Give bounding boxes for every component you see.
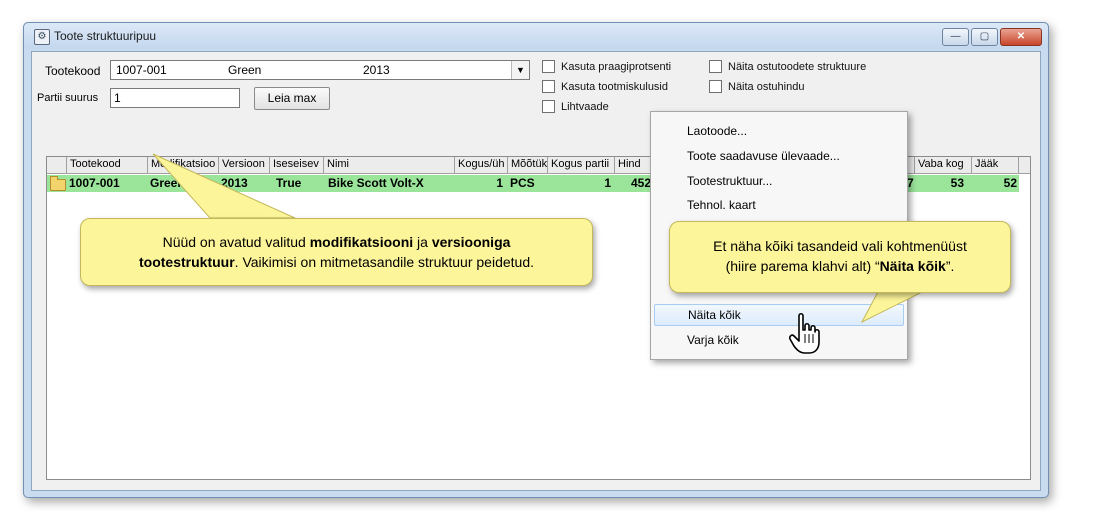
minimize-button[interactable]: — <box>942 28 969 46</box>
cell-balance: 52 <box>1003 176 1017 190</box>
checkbox-production-costs[interactable]: Kasuta tootmiskulusid <box>542 80 668 93</box>
window-controls: — ▢ ✕ <box>942 28 1042 46</box>
column-header[interactable]: Vaba kog <box>915 157 972 173</box>
version-value: 2013 <box>363 63 390 77</box>
batch-size-label: Partii suurus <box>37 92 99 104</box>
callout1-bold: tootestruktuur <box>139 254 235 270</box>
chevron-down-icon[interactable]: ▼ <box>511 61 529 79</box>
column-header[interactable]: Tootekood <box>67 157 148 173</box>
menu-item-tech-card[interactable]: Tehnol. kaart <box>687 198 756 212</box>
callout2-line1: Et näha kõiki tasandeid vali kohtmenüüst <box>713 238 967 254</box>
checkbox-label: Näita ostutoodete struktuure <box>728 60 867 73</box>
checkbox-simple-view[interactable]: Lihtvaade <box>542 100 609 113</box>
cell-unit: PCS <box>510 176 535 190</box>
callout1-tail <box>152 153 296 219</box>
menu-item-product-structure[interactable]: Tootestruktuur... <box>687 174 772 188</box>
callout2-text: ”. <box>945 258 955 274</box>
checkbox-label: Lihtvaade <box>561 100 609 113</box>
callout-structure-opened: Nüüd on avatud valitud modifikatsiooni j… <box>80 218 593 286</box>
checkbox-scrap-percent[interactable]: Kasuta praagiprotsenti <box>542 60 671 73</box>
close-button[interactable]: ✕ <box>1000 28 1042 46</box>
batch-size-input[interactable] <box>110 88 240 108</box>
checkbox-purchase-structures[interactable]: Näita ostutoodete struktuure <box>709 60 866 73</box>
maximize-button[interactable]: ▢ <box>971 28 998 46</box>
callout1-bold: versiooniga <box>431 234 511 250</box>
callout1-text: Nüüd on avatud valitud <box>162 234 310 250</box>
callout1-line2: tootestruktuur. Vaikimisi on mitmetasand… <box>81 252 592 272</box>
column-header[interactable]: Nimi <box>324 157 455 173</box>
column-header[interactable]: Kogus partii <box>548 157 615 173</box>
menu-item-stock-product[interactable]: Laotoode... <box>687 124 747 138</box>
checkbox-box[interactable] <box>709 60 722 73</box>
callout2-text: (hiire parema klahvi alt) “ <box>725 258 880 274</box>
cell-qty-per-unit: 1 <box>496 176 503 190</box>
title-bar[interactable]: ⚙ Toote struktuuripuu — ▢ ✕ <box>24 23 1048 49</box>
checkbox-box[interactable] <box>542 100 555 113</box>
checkbox-box[interactable] <box>542 80 555 93</box>
column-header[interactable]: Mõõtük <box>508 157 548 173</box>
grid-header-spacer <box>47 157 67 173</box>
checkbox-label: Kasuta tootmiskulusid <box>561 80 668 93</box>
cell-name: Bike Scott Volt-X <box>328 176 424 190</box>
menu-item-availability[interactable]: Toote saadavuse ülevaade... <box>687 149 840 163</box>
cell-hidden-column: 7 <box>907 176 914 190</box>
folder-icon[interactable] <box>50 176 66 191</box>
column-header[interactable]: Kogus/üh <box>455 157 508 173</box>
callout1-text: ja <box>413 234 432 250</box>
callout2-bold: Näita kõik <box>879 258 946 274</box>
column-header[interactable]: Jääk <box>972 157 1019 173</box>
cell-qty-batch: 1 <box>604 176 611 190</box>
product-code-combo[interactable]: 1007-001 Green 2013 ▼ <box>110 60 530 80</box>
callout1-text: . Vaikimisi on mitmetasandile struktuur … <box>234 254 534 270</box>
checkbox-box[interactable] <box>709 80 722 93</box>
product-code-label: Tootekood <box>45 64 101 78</box>
checkbox-label: Näita ostuhindu <box>728 80 805 93</box>
checkbox-label: Kasuta praagiprotsenti <box>561 60 672 73</box>
cell-code: 1007-001 <box>69 176 120 190</box>
hand-cursor-icon <box>789 312 820 354</box>
cell-free-qty: 53 <box>950 176 964 190</box>
callout1-bold: modifikatsiooni <box>309 234 414 250</box>
checkbox-box[interactable] <box>542 60 555 73</box>
checkbox-purchase-prices[interactable]: Näita ostuhindu <box>709 80 804 93</box>
app-icon: ⚙ <box>34 29 50 45</box>
callout-show-all-hint: Et näha kõiki tasandeid vali kohtmenüüst… <box>669 221 1011 293</box>
find-max-button[interactable]: Leia max <box>254 87 330 110</box>
product-code-value: 1007-001 <box>116 63 167 77</box>
cell-price: 452 <box>631 176 652 190</box>
menu-item-hide-all[interactable]: Varja kõik <box>687 333 739 347</box>
modification-value: Green <box>228 63 262 77</box>
callout2-line2: (hiire parema klahvi alt) “Näita kõik”. <box>670 256 1010 276</box>
window-title: Toote struktuuripuu <box>54 29 157 43</box>
callout1-line1: Nüüd on avatud valitud modifikatsiooni j… <box>81 232 592 252</box>
